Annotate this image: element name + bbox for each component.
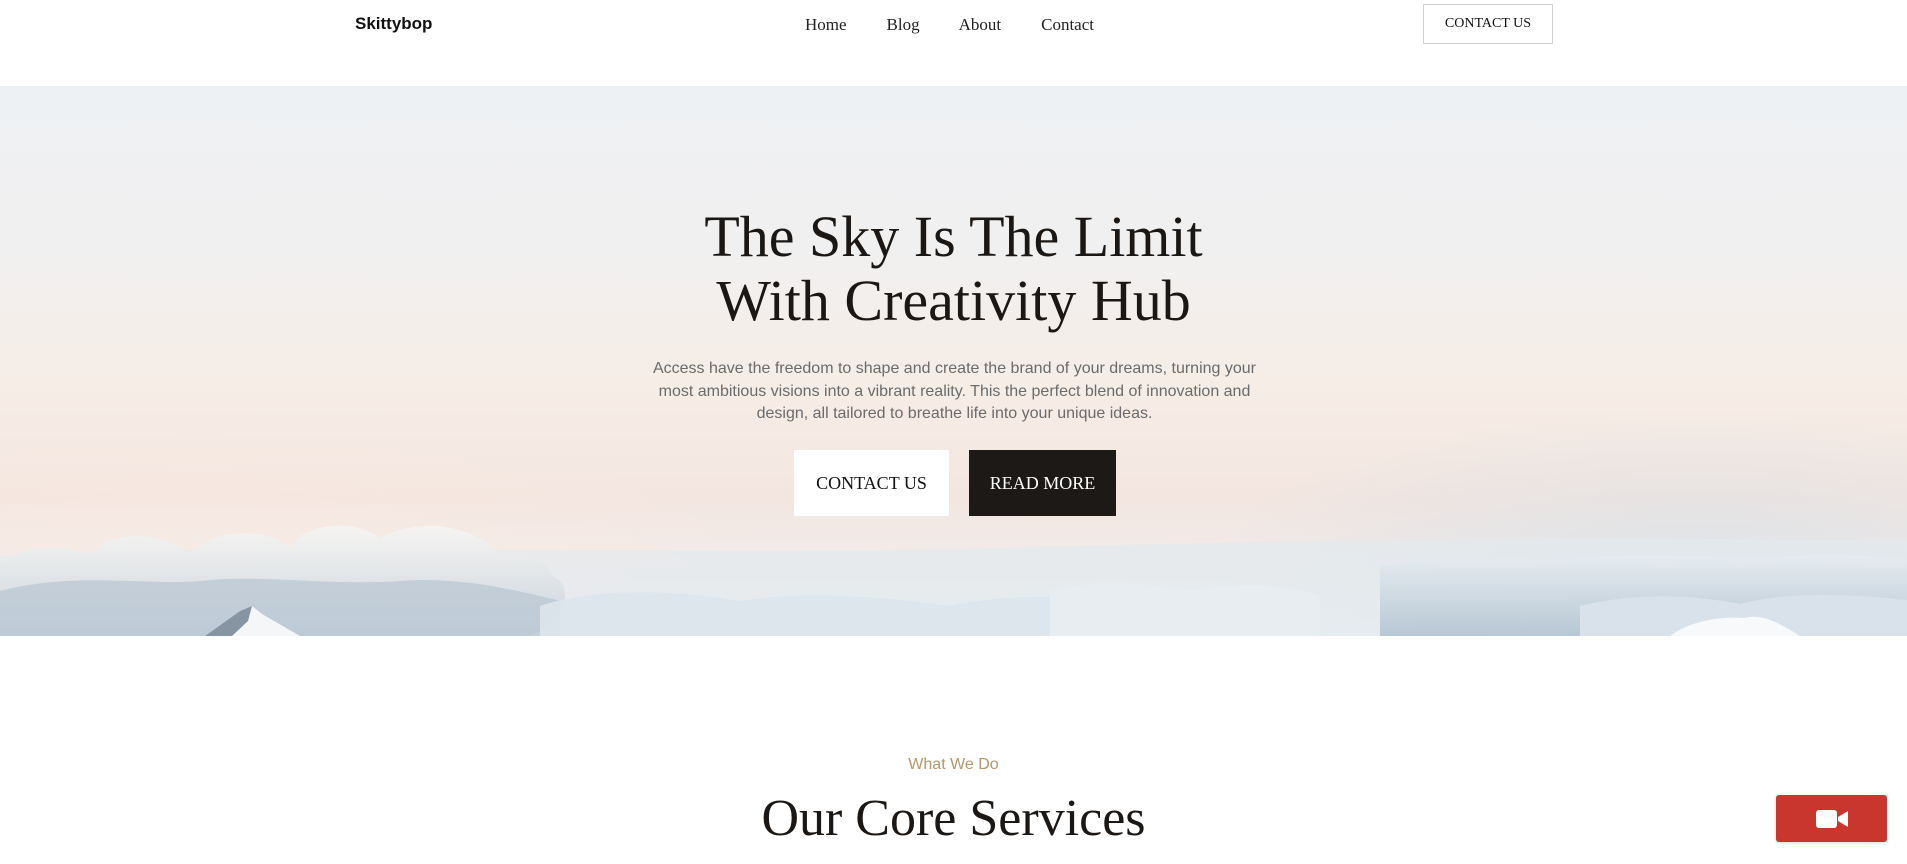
brand-logo[interactable]: Skittybop bbox=[355, 14, 432, 34]
hero-title: The Sky Is The Limit With Creativity Hub bbox=[0, 205, 1907, 333]
nav-link-home[interactable]: Home bbox=[805, 15, 847, 35]
video-call-button[interactable] bbox=[1776, 795, 1887, 842]
main-nav: Home Blog About Contact bbox=[805, 15, 1094, 35]
nav-link-blog[interactable]: Blog bbox=[887, 15, 920, 35]
header-contact-button[interactable]: CONTACT US bbox=[1423, 4, 1553, 44]
hero-contact-button[interactable]: CONTACT US bbox=[794, 450, 949, 516]
nav-link-about[interactable]: About bbox=[959, 15, 1002, 35]
site-header: Skittybop Home Blog About Contact CONTAC… bbox=[0, 0, 1907, 86]
hero-subtitle: Access have the freedom to shape and cre… bbox=[652, 360, 1256, 422]
hero-section: The Sky Is The Limit With Creativity Hub… bbox=[0, 86, 1907, 636]
hero-title-line-2: With Creativity Hub bbox=[716, 268, 1191, 333]
services-kicker: What We Do bbox=[908, 756, 999, 773]
hero-title-line-1: The Sky Is The Limit bbox=[704, 204, 1203, 269]
services-title: Our Core Services bbox=[761, 790, 1146, 847]
video-camera-icon bbox=[1815, 809, 1848, 828]
hero-read-more-button[interactable]: READ MORE bbox=[969, 450, 1116, 516]
nav-link-contact[interactable]: Contact bbox=[1041, 15, 1094, 35]
